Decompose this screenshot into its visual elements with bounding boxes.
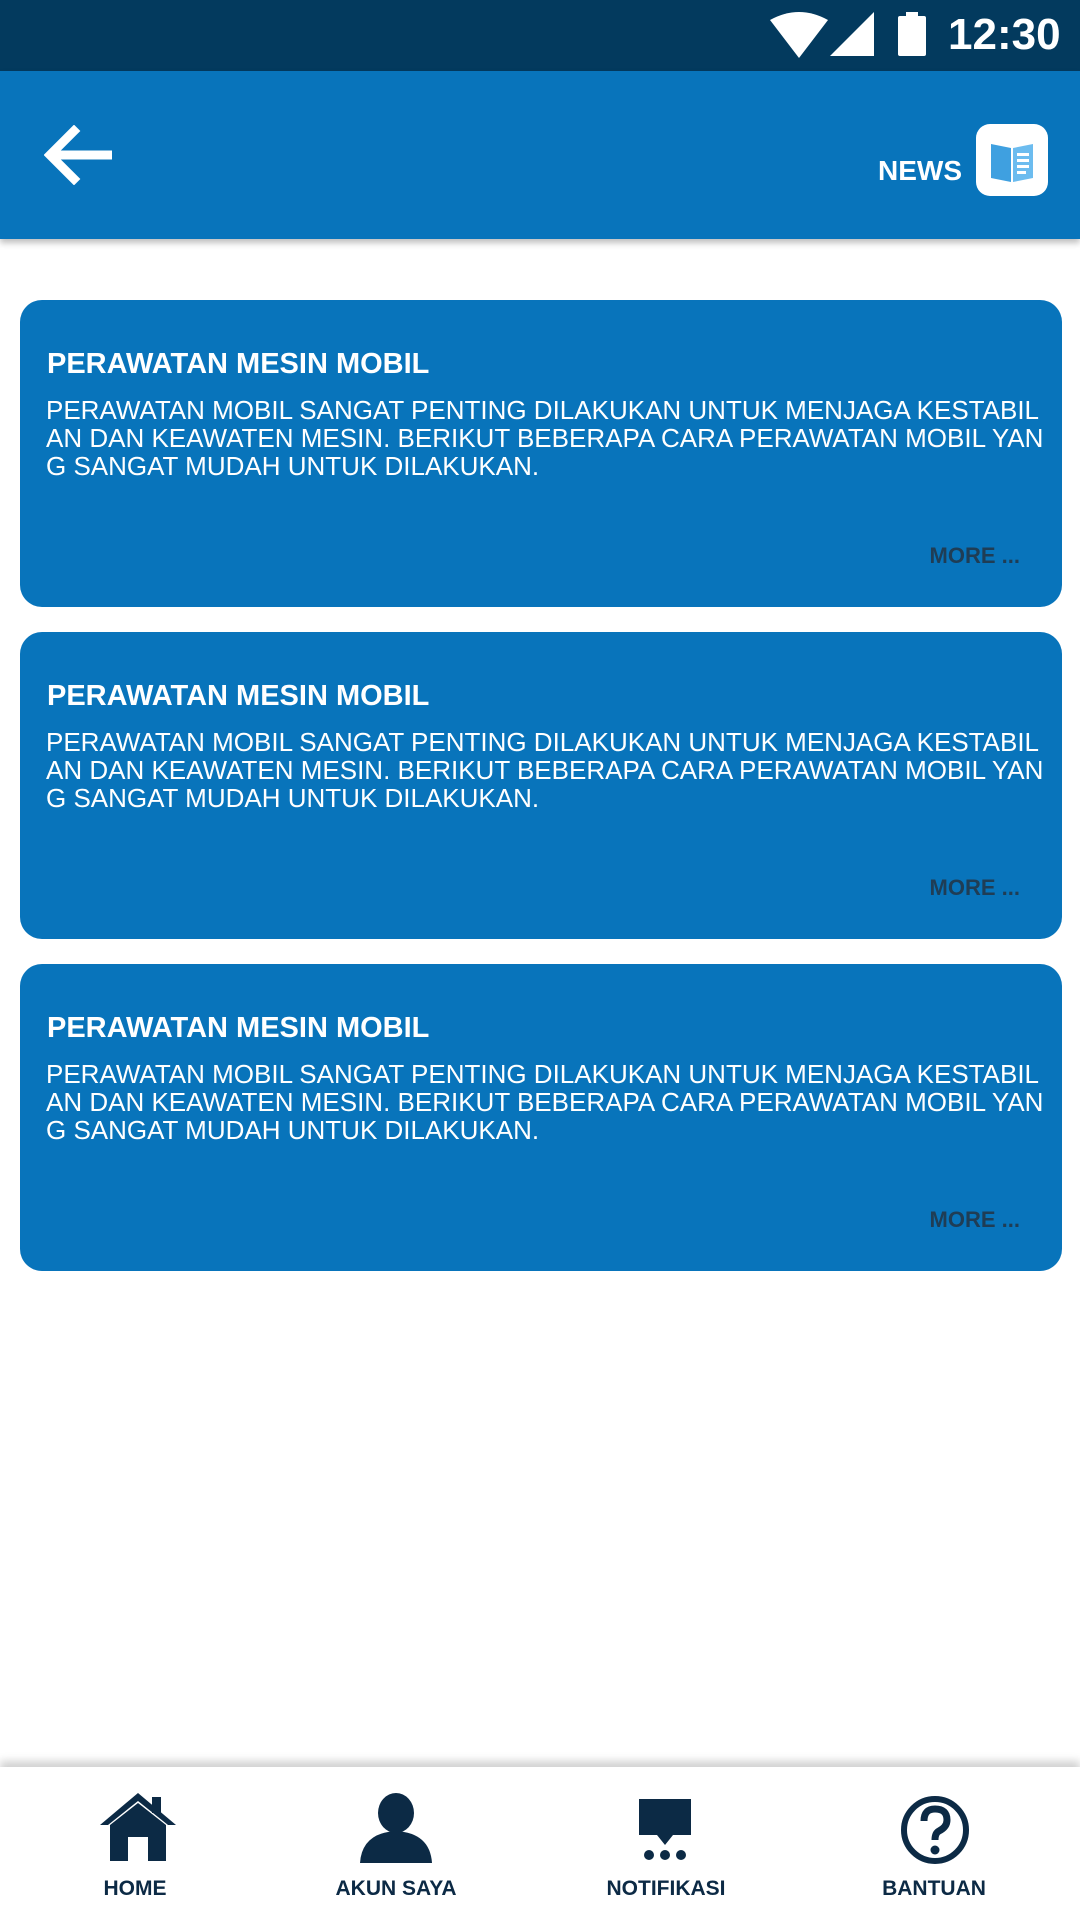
nav-item-home[interactable]: HOME xyxy=(40,1767,230,1920)
nav-label-bantuan: BANTUAN xyxy=(882,1877,986,1900)
nav-item-akun-saya[interactable]: AKUN SAYA xyxy=(300,1767,490,1920)
user-icon xyxy=(360,1793,432,1863)
home-icon xyxy=(100,1793,176,1861)
news-card[interactable]: PERAWATAN MESIN MOBIL PERAWATAN MOBIL SA… xyxy=(20,632,1062,939)
nav-item-bantuan[interactable]: BANTUAN xyxy=(840,1767,1030,1920)
news-card-title: PERAWATAN MESIN MOBIL xyxy=(47,1012,430,1044)
help-icon xyxy=(901,1796,969,1864)
wifi-icon xyxy=(770,12,828,58)
battery-icon xyxy=(898,12,926,56)
nav-label-notifikasi: NOTIFIKASI xyxy=(606,1877,726,1900)
news-card-title: PERAWATAN MESIN MOBIL xyxy=(47,680,430,712)
news-card-body: PERAWATAN MOBIL SANGAT PENTING DILAKUKAN… xyxy=(46,395,1044,481)
nav-label-home: HOME xyxy=(103,1877,167,1900)
app-header: NEWS xyxy=(0,71,1080,239)
news-card-body: PERAWATAN MOBIL SANGAT PENTING DILAKUKAN… xyxy=(46,1059,1044,1145)
news-card-title: PERAWATAN MESIN MOBIL xyxy=(47,348,430,380)
more-link[interactable]: MORE ... xyxy=(930,875,1020,901)
news-card[interactable]: PERAWATAN MESIN MOBIL PERAWATAN MOBIL SA… xyxy=(20,300,1062,607)
more-link[interactable]: MORE ... xyxy=(930,543,1020,569)
chat-icon xyxy=(639,1799,691,1860)
news-icon xyxy=(976,124,1048,196)
nav-item-notifikasi[interactable]: NOTIFIKASI xyxy=(570,1767,760,1920)
more-link[interactable]: MORE ... xyxy=(930,1207,1020,1233)
page-title: NEWS xyxy=(878,155,962,186)
status-bar: 12:30 xyxy=(0,0,1080,71)
back-arrow-icon[interactable] xyxy=(44,125,116,185)
news-card[interactable]: PERAWATAN MESIN MOBIL PERAWATAN MOBIL SA… xyxy=(20,964,1062,1271)
bottom-nav: HOME AKUN SAYA NOTIFIKASI BANTUAN xyxy=(0,1767,1080,1920)
signal-icon xyxy=(830,12,874,56)
news-list: PERAWATAN MESIN MOBIL PERAWATAN MOBIL SA… xyxy=(20,300,1062,1296)
news-card-body: PERAWATAN MOBIL SANGAT PENTING DILAKUKAN… xyxy=(46,727,1044,813)
status-time: 12:30 xyxy=(948,10,1061,59)
nav-label-akun-saya: AKUN SAYA xyxy=(335,1877,457,1900)
